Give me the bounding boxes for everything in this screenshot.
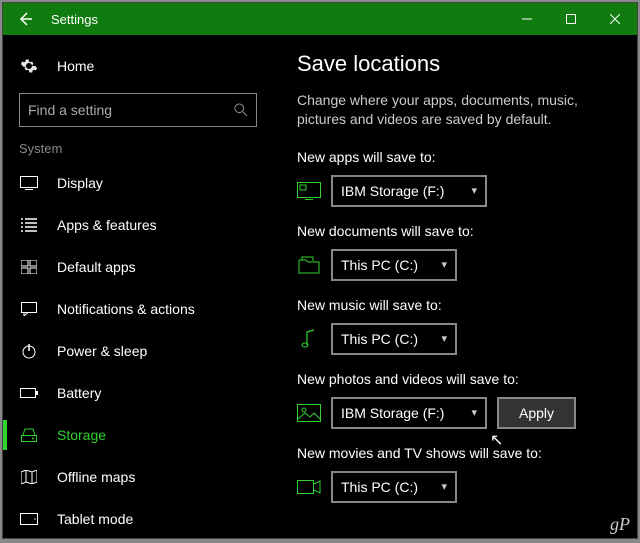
sidebar-item-apps[interactable]: Apps & features	[3, 204, 273, 246]
minimize-button[interactable]	[505, 3, 549, 35]
music-device-icon	[297, 328, 321, 350]
content: Home Find a setting System Display Apps …	[3, 35, 637, 538]
chevron-down-icon: ▾	[441, 258, 447, 271]
back-button[interactable]	[3, 3, 47, 35]
search-placeholder: Find a setting	[28, 102, 234, 118]
sidebar-item-label: Default apps	[57, 259, 136, 275]
setting-music: New music will save to: This PC (C:) ▾	[297, 297, 613, 355]
sidebar-item-power[interactable]: Power & sleep	[3, 330, 273, 372]
sidebar-item-notifications[interactable]: Notifications & actions	[3, 288, 273, 330]
sidebar: Home Find a setting System Display Apps …	[3, 35, 273, 538]
home-button[interactable]: Home	[3, 49, 273, 83]
search-icon	[234, 103, 248, 117]
sidebar-item-label: Display	[57, 175, 103, 191]
photos-location-dropdown[interactable]: IBM Storage (F:) ▾	[331, 397, 487, 429]
setting-label: New apps will save to:	[297, 149, 613, 165]
sidebar-item-label: Offline maps	[57, 469, 135, 485]
photos-device-icon	[297, 402, 321, 424]
section-label: System	[3, 131, 273, 162]
sidebar-item-default-apps[interactable]: Default apps	[3, 246, 273, 288]
list-icon	[19, 218, 39, 232]
battery-icon	[19, 388, 39, 398]
page-description: Change where your apps, documents, music…	[297, 91, 613, 129]
settings-window: Settings Home Find a setting System Disp…	[2, 2, 638, 539]
power-icon	[19, 343, 39, 359]
search-input[interactable]: Find a setting	[19, 93, 257, 127]
dropdown-value: IBM Storage (F:)	[341, 183, 444, 199]
documents-device-icon	[297, 254, 321, 276]
chevron-down-icon: ▾	[441, 332, 447, 345]
sidebar-item-tablet-mode[interactable]: Tablet mode	[3, 498, 273, 538]
window-title: Settings	[51, 12, 505, 27]
setting-apps: New apps will save to: IBM Storage (F:) …	[297, 149, 613, 207]
gear-icon	[19, 57, 39, 75]
dropdown-value: This PC (C:)	[341, 257, 418, 273]
storage-icon	[19, 428, 39, 442]
sidebar-item-label: Battery	[57, 385, 101, 401]
dropdown-value: This PC (C:)	[341, 479, 418, 495]
close-button[interactable]	[593, 3, 637, 35]
sidebar-item-label: Notifications & actions	[57, 301, 195, 317]
apps-location-dropdown[interactable]: IBM Storage (F:) ▾	[331, 175, 487, 207]
movies-location-dropdown[interactable]: This PC (C:) ▾	[331, 471, 457, 503]
dropdown-value: IBM Storage (F:)	[341, 405, 444, 421]
sidebar-item-label: Apps & features	[57, 217, 157, 233]
setting-label: New photos and videos will save to:	[297, 371, 613, 387]
chevron-down-icon: ▾	[441, 480, 447, 493]
apply-button[interactable]: Apply	[497, 397, 576, 429]
watermark: gP	[610, 514, 630, 535]
sidebar-item-label: Power & sleep	[57, 343, 147, 359]
close-icon	[610, 14, 620, 24]
dropdown-value: This PC (C:)	[341, 331, 418, 347]
home-label: Home	[57, 58, 94, 74]
sidebar-item-display[interactable]: Display	[3, 162, 273, 204]
chat-icon	[19, 302, 39, 316]
maximize-icon	[566, 14, 576, 24]
chevron-down-icon: ▾	[471, 406, 477, 419]
sidebar-item-storage[interactable]: Storage	[3, 414, 273, 456]
sidebar-item-label: Storage	[57, 427, 106, 443]
map-icon	[19, 470, 39, 484]
setting-label: New movies and TV shows will save to:	[297, 445, 613, 461]
apply-label: Apply	[519, 405, 554, 421]
tablet-icon	[19, 513, 39, 525]
music-location-dropdown[interactable]: This PC (C:) ▾	[331, 323, 457, 355]
apps-device-icon	[297, 180, 321, 202]
grid-icon	[19, 260, 39, 274]
setting-label: New documents will save to:	[297, 223, 613, 239]
maximize-button[interactable]	[549, 3, 593, 35]
main-panel: Save locations Change where your apps, d…	[273, 35, 637, 538]
display-icon	[19, 176, 39, 190]
setting-photos: New photos and videos will save to: IBM …	[297, 371, 613, 429]
titlebar: Settings	[3, 3, 637, 35]
sidebar-item-battery[interactable]: Battery	[3, 372, 273, 414]
minimize-icon	[522, 14, 532, 24]
documents-location-dropdown[interactable]: This PC (C:) ▾	[331, 249, 457, 281]
setting-label: New music will save to:	[297, 297, 613, 313]
video-device-icon	[297, 476, 321, 498]
sidebar-item-offline-maps[interactable]: Offline maps	[3, 456, 273, 498]
chevron-down-icon: ▾	[471, 184, 477, 197]
setting-documents: New documents will save to: This PC (C:)…	[297, 223, 613, 281]
arrow-left-icon	[17, 11, 33, 27]
page-title: Save locations	[297, 51, 613, 77]
sidebar-item-label: Tablet mode	[57, 511, 133, 527]
setting-movies: New movies and TV shows will save to: Th…	[297, 445, 613, 503]
window-controls	[505, 3, 637, 35]
